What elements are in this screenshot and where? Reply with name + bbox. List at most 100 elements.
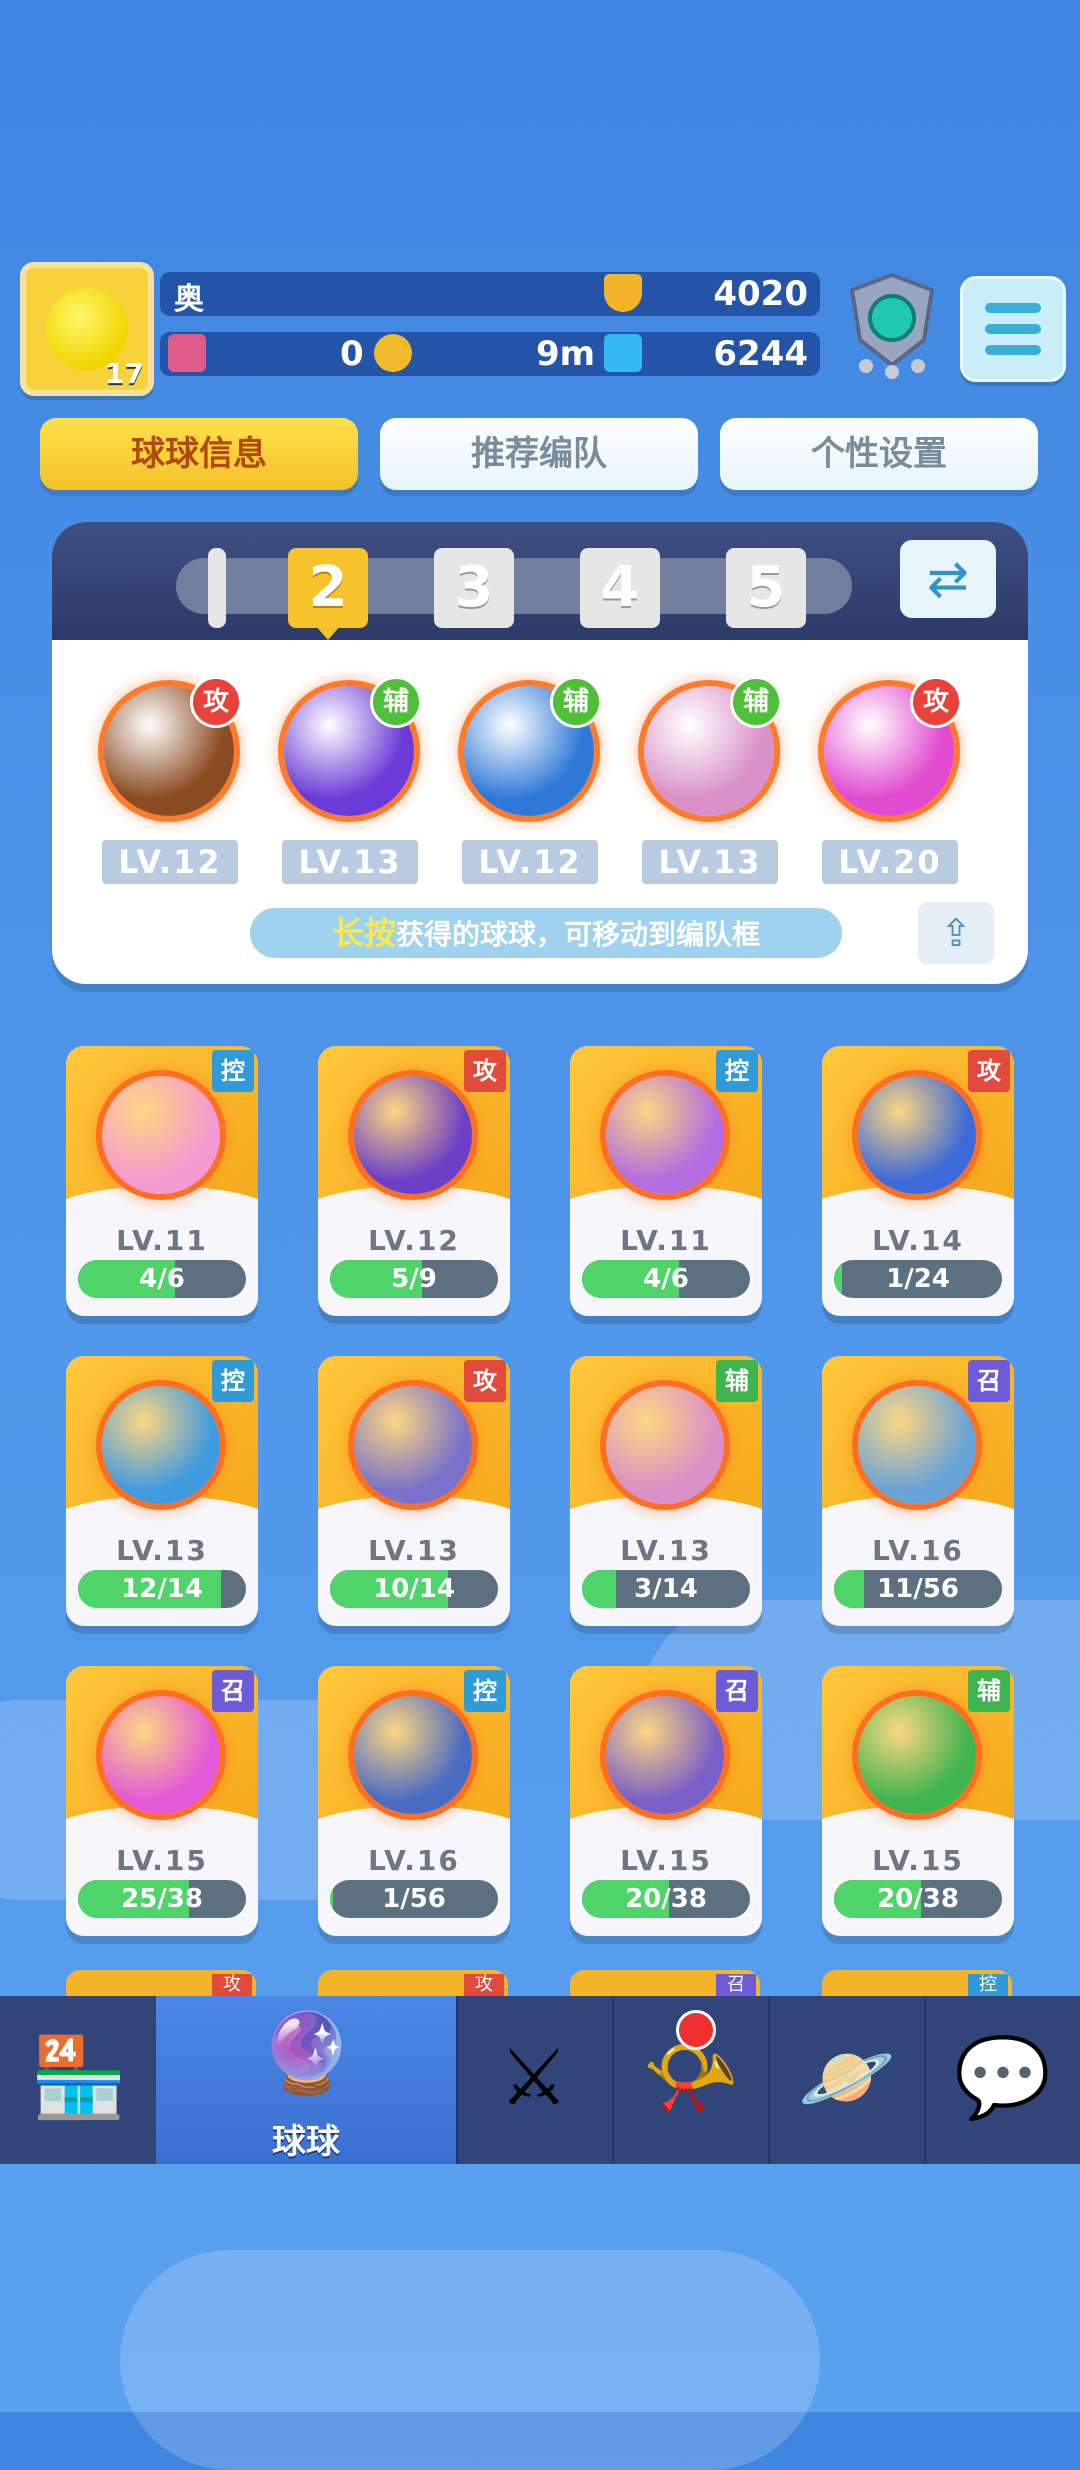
trophy-count: 4020	[713, 274, 808, 314]
card-level: LV.16	[872, 1534, 964, 1567]
team-ball-level: LV.13	[282, 840, 418, 884]
card-level: LV.11	[620, 1224, 712, 1257]
share-button[interactable]: ⇪	[918, 902, 994, 964]
card-progress-bar: 20/38	[582, 1880, 750, 1918]
ball-card-partial[interactable]: 攻	[66, 1970, 256, 1996]
swap-team-button[interactable]: ⇄	[900, 540, 996, 618]
notification-dot	[676, 2010, 716, 2050]
player-avatar[interactable]: 17	[20, 262, 154, 396]
active-slot-pointer	[316, 626, 340, 640]
long-press-hint: 长按获得的球球，可移动到编队框	[250, 908, 842, 958]
chat-heart-icon: 💬	[954, 2033, 1052, 2123]
team-ball-3[interactable]: 辅	[454, 676, 604, 826]
ticket-plus-icon[interactable]	[168, 334, 206, 372]
nav-item-shop[interactable]: 🏪	[0, 1996, 158, 2164]
spiral-ball-icon	[858, 1386, 976, 1504]
gem-count: 6244	[713, 334, 808, 374]
role-tag: 攻	[968, 1050, 1010, 1092]
team-slot-header: 2 3 4 5 ⇄	[52, 522, 1028, 640]
card-progress-bar: 4/6	[582, 1260, 750, 1298]
card-progress-bar: 3/14	[582, 1570, 750, 1608]
bottom-nav: 🏪 🔮 球球 ⚔ 📯 🪐 💬	[0, 1996, 1080, 2164]
team-ball-1[interactable]: 攻	[94, 676, 244, 826]
card-progress-text: 3/14	[634, 1574, 698, 1604]
role-badge: 辅	[730, 676, 782, 728]
card-level: LV.15	[620, 1844, 712, 1877]
ball-card[interactable]: 控 LV.13 12/14	[66, 1356, 258, 1626]
team-slot-4[interactable]: 4	[580, 548, 660, 628]
hint-highlight: 长按	[331, 914, 396, 952]
ball-card[interactable]: 辅 LV.13 3/14	[570, 1356, 762, 1626]
heart-ball-icon	[102, 1076, 220, 1194]
ball-card-partial[interactable]: 控	[822, 1970, 1012, 1996]
role-badge: 攻	[910, 676, 962, 728]
ticket-count: 0	[340, 334, 364, 374]
role-tag: 召	[716, 1670, 758, 1712]
ball-jar-icon: 🔮	[258, 2009, 356, 2099]
ghost-ball-icon	[606, 1696, 724, 1814]
nav-item-crossed-swords[interactable]: ⚔	[456, 1996, 614, 2164]
ball-card[interactable]: 攻 LV.13 10/14	[318, 1356, 510, 1626]
ball-card[interactable]: 召 LV.16 11/56	[822, 1356, 1014, 1626]
trophy-icon	[604, 274, 642, 312]
nav-item-chat-heart[interactable]: 💬	[924, 1996, 1080, 2164]
team-slot-5[interactable]: 5	[726, 548, 806, 628]
card-progress-bar: 4/6	[78, 1260, 246, 1298]
team-ball-2[interactable]: 辅	[274, 676, 424, 826]
ball-card[interactable]: 召 LV.15 20/38	[570, 1666, 762, 1936]
ball-card[interactable]: 控 LV.11 4/6	[66, 1046, 258, 1316]
currency-bar: 0 9m 6244	[160, 332, 820, 376]
block-ball-icon	[354, 1386, 472, 1504]
tab-ball-info[interactable]: 球球信息	[40, 418, 358, 490]
coin-plus-icon[interactable]	[374, 334, 412, 372]
team-panel: 2 3 4 5 ⇄ 攻 LV.12 辅 LV.13 辅 LV.12 辅 LV.13 攻 LV.20…	[52, 522, 1028, 984]
card-progress-text: 5/9	[391, 1264, 437, 1294]
menu-button[interactable]	[960, 276, 1066, 382]
ball-card[interactable]: 控 LV.11 4/6	[570, 1046, 762, 1316]
nav-item-ball-jar[interactable]: 🔮 球球	[156, 1996, 458, 2164]
team-slot-2[interactable]: 2	[288, 548, 368, 628]
role-tag: 召	[716, 1974, 756, 1996]
card-progress-text: 11/56	[877, 1574, 959, 1604]
sword-ball-icon	[354, 1076, 472, 1194]
card-progress-text: 4/6	[139, 1264, 185, 1294]
ball-card[interactable]: 辅 LV.15 20/38	[822, 1666, 1014, 1936]
card-progress-bar: 1/56	[330, 1880, 498, 1918]
nav-item-planet[interactable]: 🪐	[768, 1996, 926, 2164]
role-tag: 辅	[968, 1670, 1010, 1712]
rank-badge-icon[interactable]	[842, 270, 942, 380]
nav-label: 球球	[272, 2122, 340, 2162]
butterfly-ball-icon	[606, 1076, 724, 1194]
card-progress-bar: 12/14	[78, 1570, 246, 1608]
card-progress-text: 1/24	[886, 1264, 950, 1294]
card-progress-text: 10/14	[373, 1574, 455, 1604]
card-level: LV.15	[872, 1844, 964, 1877]
ball-card[interactable]: 控 LV.16 1/56	[318, 1666, 510, 1936]
role-badge: 攻	[190, 676, 242, 728]
clock-ball-icon	[354, 1696, 472, 1814]
card-progress-text: 20/38	[625, 1884, 707, 1914]
ball-card-partial[interactable]: 攻	[318, 1970, 508, 1996]
tab-recommended-team[interactable]: 推荐编队	[380, 418, 698, 490]
nav-item-whistle[interactable]: 📯	[612, 1996, 770, 2164]
card-level: LV.13	[620, 1534, 712, 1567]
gem-plus-icon[interactable]	[604, 334, 642, 372]
ball-card[interactable]: 召 LV.15 25/38	[66, 1666, 258, 1936]
ball-card-partial[interactable]: 召	[570, 1970, 760, 1996]
tab-personal-settings[interactable]: 个性设置	[720, 418, 1038, 490]
card-level: LV.16	[368, 1844, 460, 1877]
card-level: LV.11	[116, 1224, 208, 1257]
role-tag: 辅	[716, 1360, 758, 1402]
team-slot-1[interactable]	[208, 548, 226, 628]
shop-icon: 🏪	[30, 2033, 128, 2123]
clone-ball-icon	[606, 1386, 724, 1504]
team-ball-4[interactable]: 辅	[634, 676, 784, 826]
ball-card[interactable]: 攻 LV.12 5/9	[318, 1046, 510, 1316]
ball-card[interactable]: 攻 LV.14 1/24	[822, 1046, 1014, 1316]
card-progress-text: 20/38	[877, 1884, 959, 1914]
team-slot-3[interactable]: 3	[434, 548, 514, 628]
team-ball-5[interactable]: 攻	[814, 676, 964, 826]
crossed-swords-icon: ⚔	[499, 2033, 569, 2123]
team-ball-level: LV.13	[642, 840, 778, 884]
card-level: LV.15	[116, 1844, 208, 1877]
